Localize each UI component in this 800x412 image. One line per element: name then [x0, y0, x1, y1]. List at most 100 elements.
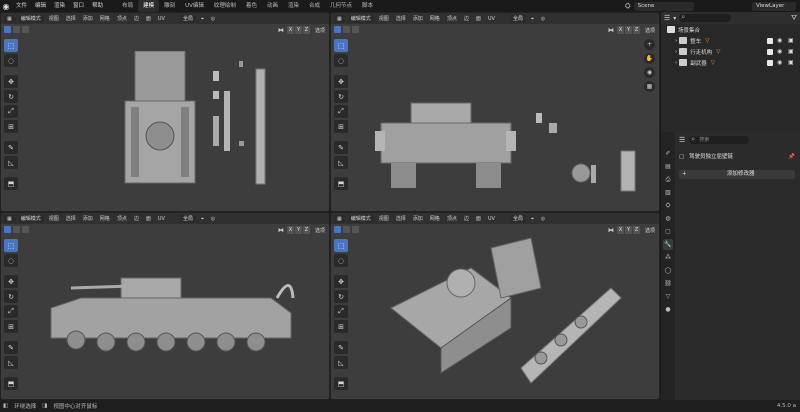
zoom-icon[interactable]: + — [644, 39, 655, 50]
outliner-search-input[interactable] — [679, 13, 732, 22]
menu-mesh[interactable]: 网格 — [428, 15, 442, 22]
snap-icon[interactable]: ⌖ — [199, 16, 206, 22]
tab-uv-editing[interactable]: UV编辑 — [180, 0, 209, 12]
annotate-tool-icon[interactable]: ✎ — [4, 141, 18, 154]
proportional-edit-icon[interactable]: ◎ — [209, 216, 217, 222]
menu-uv[interactable]: UV — [156, 216, 167, 222]
measure-tool-icon[interactable]: ◺ — [334, 156, 348, 169]
editor-type-dropdown[interactable]: ▦ — [334, 14, 345, 23]
transform-orientation-dropdown[interactable]: 全局 — [509, 14, 526, 23]
scale-tool-icon[interactable]: ⤢ — [4, 105, 18, 118]
mirror-x-button[interactable]: X — [286, 26, 294, 34]
exclude-checkbox[interactable] — [767, 48, 773, 55]
outliner-item[interactable]: › 整车 ▽ ◉ ▣ — [661, 35, 800, 46]
constraints-tab-icon[interactable]: ⛓ — [663, 278, 673, 289]
rotate-tool-icon[interactable]: ↻ — [4, 290, 18, 303]
options-dropdown[interactable]: 选项 — [315, 227, 325, 234]
transform-orientation-dropdown[interactable]: 全局 — [179, 14, 196, 23]
tank-front-view[interactable] — [371, 93, 651, 203]
menu-mesh[interactable]: 网格 — [98, 15, 112, 22]
transform-tool-icon[interactable]: ⊞ — [4, 320, 18, 333]
transform-tool-icon[interactable]: ⊞ — [334, 320, 348, 333]
output-tab-icon[interactable]: ⎙ — [663, 174, 673, 185]
outliner-item[interactable]: › 副武器 ▽ ◉ ▣ — [661, 57, 800, 68]
cursor-tool-icon[interactable]: ◌ — [334, 54, 348, 67]
extrude-tool-icon[interactable]: ⬒ — [334, 177, 348, 190]
tab-shading[interactable]: 着色 — [241, 0, 262, 12]
expand-arrow-icon[interactable]: › — [675, 49, 677, 55]
view-layer-tab-icon[interactable]: ▧ — [663, 187, 673, 198]
vertex-select-button[interactable] — [4, 226, 11, 233]
menu-vertex[interactable]: 顶点 — [445, 15, 459, 22]
snap-icon[interactable]: ⌖ — [529, 16, 536, 22]
rotate-tool-icon[interactable]: ↻ — [334, 90, 348, 103]
viewport-top-left[interactable]: ▦ 编辑模式 视图 选择 添加 网格 顶点 边 面 UV 全局 ⌖ ◎ ⧓ X … — [0, 12, 330, 212]
physics-tab-icon[interactable]: ◯ — [663, 265, 673, 276]
menu-select[interactable]: 选择 — [394, 215, 408, 222]
eye-icon[interactable]: ◉ — [777, 37, 782, 44]
camera-icon[interactable]: ▣ — [788, 48, 794, 55]
menu-view[interactable]: 视图 — [377, 215, 391, 222]
move-tool-icon[interactable]: ✥ — [4, 275, 18, 288]
scale-tool-icon[interactable]: ⤢ — [334, 305, 348, 318]
editor-type-icon[interactable]: ☰ — [664, 14, 670, 22]
grid-icon[interactable]: ▦ — [644, 81, 655, 92]
annotate-tool-icon[interactable]: ✎ — [4, 341, 18, 354]
properties-search-input[interactable]: 搜索 — [689, 135, 750, 144]
viewport-bottom-right[interactable]: ▦ 编辑模式 视图 选择 添加 网格 顶点 边 面 UV 全局 ⌖ ◎ ⧓ X … — [330, 212, 660, 400]
transform-tool-icon[interactable]: ⊞ — [4, 120, 18, 133]
proportional-edit-icon[interactable]: ◎ — [539, 16, 547, 22]
face-select-button[interactable] — [352, 26, 359, 33]
tool-tab-icon[interactable]: ✐ — [663, 148, 673, 159]
menu-face[interactable]: 面 — [474, 15, 483, 22]
collection-row[interactable]: 场景集合 — [661, 24, 800, 35]
menu-add[interactable]: 添加 — [81, 15, 95, 22]
mirror-y-button[interactable]: Y — [294, 26, 302, 34]
particles-tab-icon[interactable]: ⁂ — [663, 252, 673, 263]
face-select-button[interactable] — [352, 226, 359, 233]
viewport-bottom-left[interactable]: ▦ 编辑模式 视图 选择 添加 网格 顶点 边 面 UV 全局 ⌖ ◎ ⧓ X … — [0, 212, 330, 400]
mirror-x-button[interactable]: X — [616, 226, 624, 234]
menu-render[interactable]: 渲染 — [50, 0, 69, 12]
edge-select-button[interactable] — [13, 26, 20, 33]
edge-select-button[interactable] — [13, 226, 20, 233]
measure-tool-icon[interactable]: ◺ — [4, 156, 18, 169]
vertex-select-button[interactable] — [4, 26, 11, 33]
eye-icon[interactable]: ◉ — [777, 59, 782, 66]
options-dropdown[interactable]: 选项 — [645, 27, 655, 34]
menu-uv[interactable]: UV — [156, 16, 167, 22]
menu-vertex[interactable]: 顶点 — [115, 15, 129, 22]
tab-texture-paint[interactable]: 纹理绘制 — [209, 0, 241, 12]
vertex-select-button[interactable] — [334, 226, 341, 233]
camera-icon[interactable]: ▣ — [788, 59, 794, 66]
mirror-z-button[interactable]: Z — [302, 26, 310, 34]
menu-select[interactable]: 选择 — [64, 15, 78, 22]
mode-dropdown[interactable]: 编辑模式 — [347, 214, 374, 223]
menu-view[interactable]: 视图 — [47, 215, 61, 222]
move-tool-icon[interactable]: ✥ — [4, 75, 18, 88]
mirror-y-button[interactable]: Y — [294, 226, 302, 234]
expand-arrow-icon[interactable]: › — [675, 38, 677, 44]
menu-view[interactable]: 视图 — [47, 15, 61, 22]
editor-type-icon[interactable]: ☰ — [679, 136, 685, 144]
menu-vertex[interactable]: 顶点 — [445, 215, 459, 222]
select-box-tool-icon[interactable]: ⬚ — [334, 239, 348, 252]
blender-logo-icon[interactable]: ◉ — [0, 0, 12, 12]
pin-icon[interactable]: 📌 — [788, 152, 795, 162]
world-tab-icon[interactable]: ◍ — [663, 213, 673, 224]
tank-top-view[interactable] — [121, 51, 281, 191]
extrude-tool-icon[interactable]: ⬒ — [4, 377, 18, 390]
menu-vertex[interactable]: 顶点 — [115, 215, 129, 222]
scale-tool-icon[interactable]: ⤢ — [4, 305, 18, 318]
tab-sculpting[interactable]: 雕刻 — [159, 0, 180, 12]
outliner-item[interactable]: › 行走机构 ▽ ◉ ▣ — [661, 46, 800, 57]
tab-compositing[interactable]: 合成 — [304, 0, 325, 12]
snap-icon[interactable]: ⌖ — [199, 216, 206, 222]
hand-pan-icon[interactable]: ✋ — [644, 53, 655, 64]
modifier-tab-icon[interactable]: 🔧 — [663, 239, 673, 250]
tab-layout[interactable]: 布局 — [117, 0, 138, 12]
menu-edge[interactable]: 边 — [132, 15, 141, 22]
tab-animation[interactable]: 动画 — [262, 0, 283, 12]
rotate-tool-icon[interactable]: ↻ — [4, 90, 18, 103]
menu-add[interactable]: 添加 — [411, 15, 425, 22]
